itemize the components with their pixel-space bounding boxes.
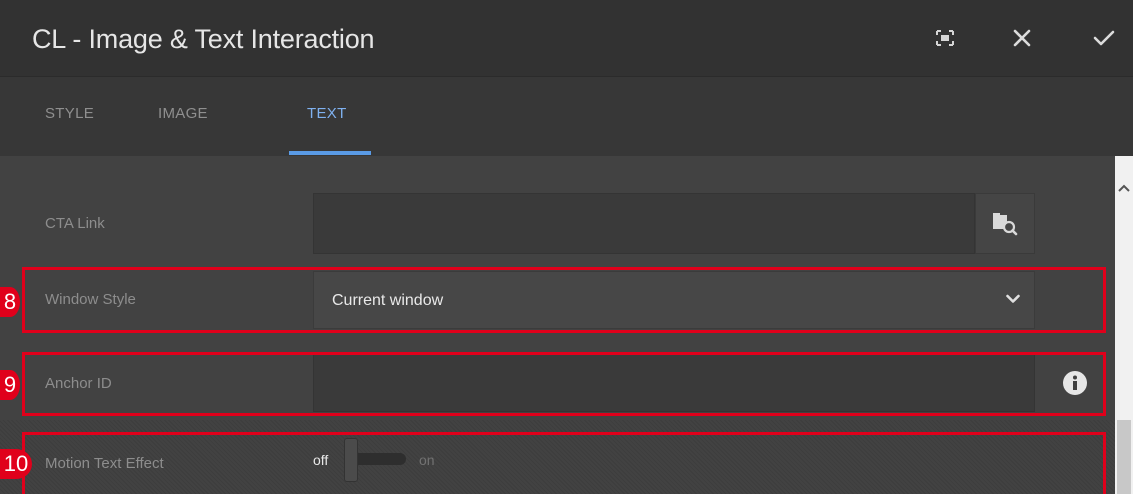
tab-bar: STYLE IMAGE TEXT [0, 76, 1133, 157]
scrollbar-thumb[interactable] [1117, 420, 1131, 494]
cta-link-input[interactable] [313, 193, 975, 254]
fullscreen-icon [936, 30, 954, 46]
close-icon [1013, 29, 1031, 47]
folder-search-icon [993, 212, 1018, 235]
cta-link-browse-button[interactable] [975, 193, 1035, 254]
dialog-titlebar: CL - Image & Text Interaction [0, 0, 1133, 76]
fullscreen-button[interactable] [927, 20, 963, 56]
tab-style[interactable]: STYLE [45, 105, 94, 122]
chevron-up-icon [1118, 184, 1130, 192]
tab-text[interactable]: TEXT [307, 105, 347, 122]
annotation-badge-10: 10 [0, 449, 32, 479]
annotation-box-window-style [22, 267, 1106, 333]
annotation-badge-9: 9 [0, 370, 20, 400]
annotation-badge-8: 8 [0, 287, 20, 317]
annotation-box-motion-text-effect [22, 432, 1106, 494]
close-button[interactable] [1004, 20, 1040, 56]
active-tab-indicator [289, 151, 371, 155]
cta-link-label: CTA Link [45, 215, 105, 232]
dialog-title: CL - Image & Text Interaction [32, 24, 375, 54]
check-icon [1093, 30, 1115, 46]
done-button[interactable] [1086, 20, 1122, 56]
tab-image[interactable]: IMAGE [158, 105, 208, 122]
annotation-box-anchor-id [22, 352, 1106, 416]
